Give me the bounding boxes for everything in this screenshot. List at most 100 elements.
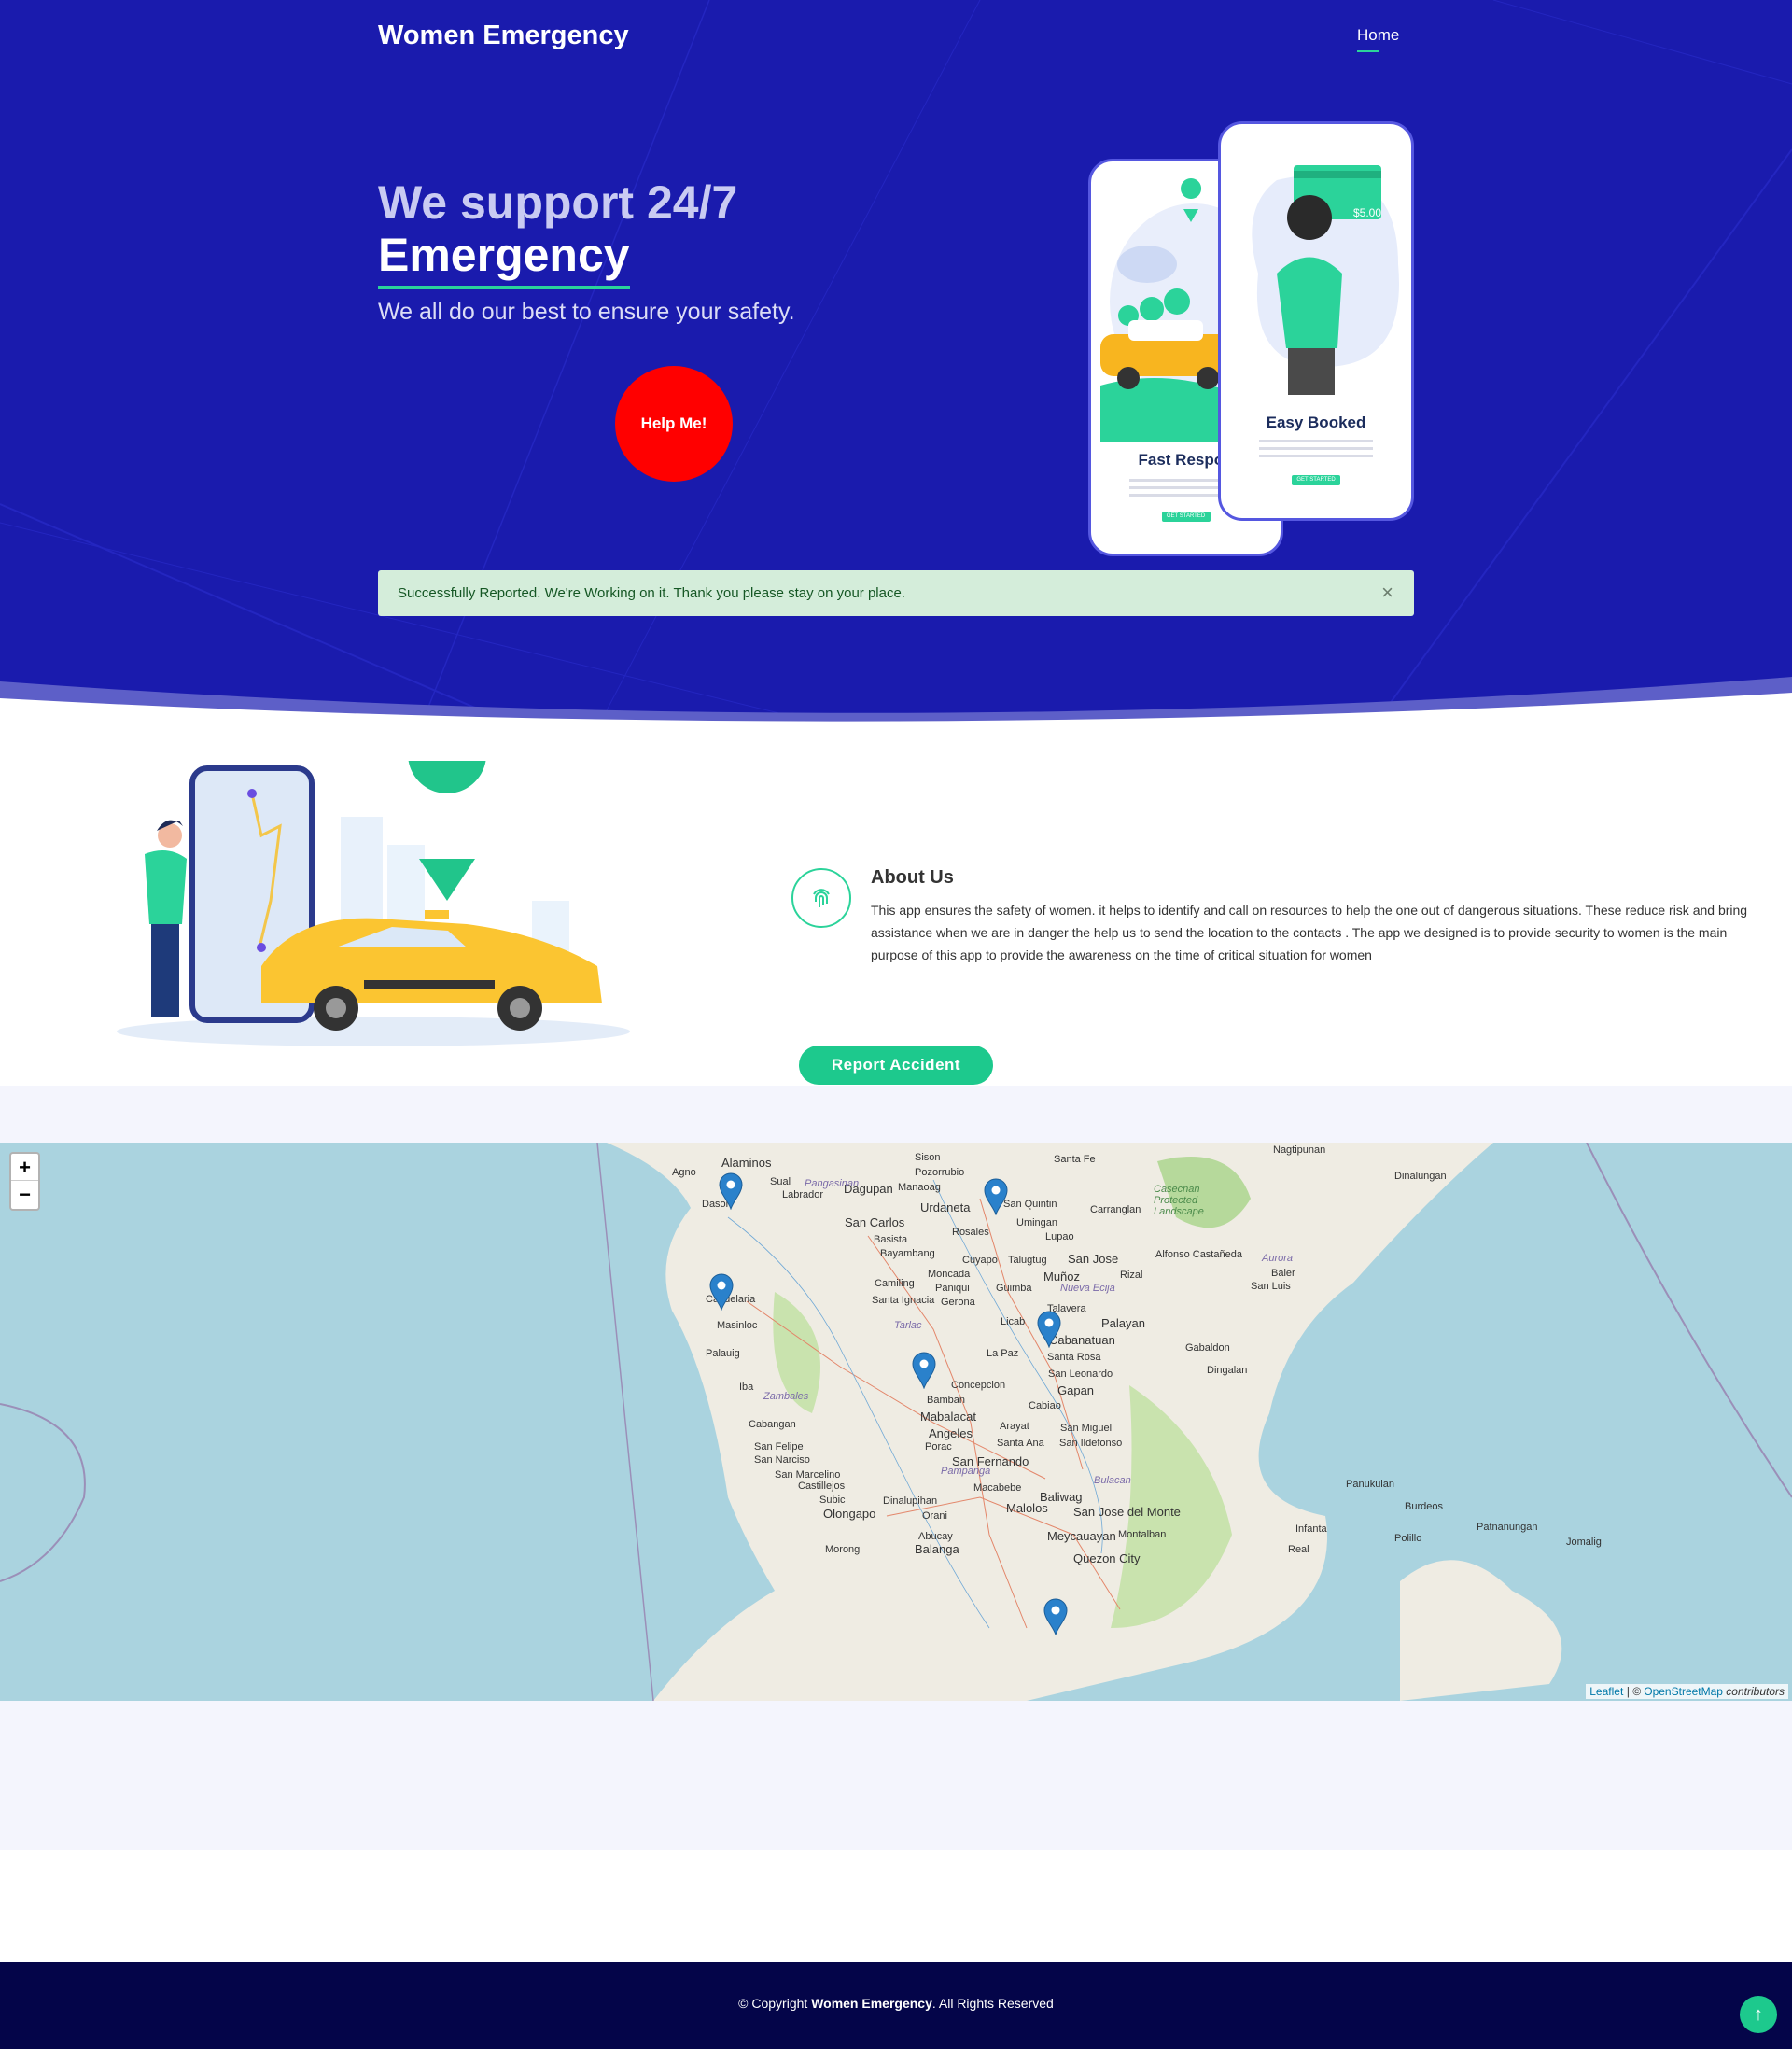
map-place-label: Santa Fe [1054,1154,1096,1165]
map-place-label: Bayambang [880,1248,935,1259]
map-place-label: Muñoz [1043,1270,1081,1284]
zoom-in-button[interactable]: + [11,1154,38,1181]
map-place-label: Arayat [1000,1421,1029,1432]
map-pin-marker-icon[interactable] [1037,1311,1061,1349]
map-place-label: Patnanungan [1477,1522,1538,1533]
map-region-label: Pampanga [941,1466,991,1477]
map-attribution: Leaflet | © OpenStreetMap contributors [1586,1684,1788,1699]
phone-right-text-line [1258,440,1374,442]
price-text: $5.00 [1353,206,1381,219]
map-pin-marker-icon[interactable] [912,1352,936,1390]
footer-brand: Women Emergency [811,1996,932,2011]
map-place-label: San Carlos [845,1215,905,1229]
map-place-label: Rizal [1120,1270,1143,1281]
map-place-label: Manaoag [898,1182,941,1193]
leaflet-link[interactable]: Leaflet [1589,1685,1623,1698]
map-place-label: Polillo [1394,1533,1422,1544]
taxi-app-illustration [117,761,630,1046]
map-place-label: Santa Rosa [1047,1352,1101,1363]
map-place-label: Baler [1271,1268,1295,1279]
about-title: About Us [871,867,954,888]
map-bottom-spacer [0,1701,1792,1850]
map-place-label: Meycauayan [1047,1529,1116,1543]
map-place-label: San Felipe [754,1441,804,1453]
map-region-label: Bulacan [1094,1475,1131,1486]
map-place-label: Masinloc [717,1320,758,1331]
map-place-label: Camiling [875,1278,915,1289]
hero-section: Women Emergency Home We support 24/7 Eme… [0,0,1792,728]
back-to-top-arrow-icon[interactable]: ↑ [1740,1996,1777,2033]
alert-message: Successfully Reported. We're Working on … [398,585,905,601]
map-place-label: Alaminos [721,1156,772,1170]
hero-background-lines [0,0,1792,728]
map-place-label: Carranglan [1090,1204,1141,1215]
map-pin-marker-icon[interactable] [719,1172,743,1211]
map-place-label: Basista [874,1234,908,1245]
map-region-label: Zambales [763,1391,809,1402]
map-place-label: Guimba [996,1283,1032,1294]
map-place-label: Morong [825,1544,861,1555]
phone-right-title: Easy Booked [1266,414,1366,431]
map-place-label: Montalban [1118,1529,1167,1540]
map-place-label: Cabiao [1029,1400,1061,1411]
map-place-label: San Miguel [1060,1423,1113,1434]
brand-logo[interactable]: Women Emergency [378,21,629,51]
help-me-button[interactable]: Help Me! [615,366,733,482]
map-place-label: San Jose del Monte [1073,1505,1181,1519]
phone-right-text-line [1258,455,1374,457]
map-place-label: Lupao [1045,1231,1074,1242]
map-place-label: Balanga [915,1542,959,1556]
map-place-label: San Ildefonso [1059,1438,1123,1449]
map-pin-marker-icon[interactable] [984,1178,1008,1216]
map-place-label: Agno [672,1167,696,1178]
about-text: This app ensures the safety of women. it… [871,903,1748,962]
map-place-label: Porac [925,1441,952,1453]
map-place-label: Baliwag [1040,1490,1083,1504]
hero-subtitle: We all do our best to ensure your safety… [378,299,795,325]
map-place-label: Real [1288,1544,1309,1555]
leaflet-map[interactable]: + − Alaminos Agno Dasol Sual Labrador Dagupan… [0,1143,1792,1701]
map-place-label: Bamban [927,1395,965,1406]
map-place-label: Iba [739,1382,754,1393]
map-place-label: Infanta [1295,1523,1327,1535]
map-place-label: Abucay [918,1531,953,1542]
map-place-label: San Jose [1068,1252,1119,1266]
alert-close-icon[interactable]: × [1381,582,1393,603]
map-place-label: San Leonardo [1048,1368,1113,1380]
map-place-label: Orani [922,1510,947,1522]
map-pin-marker-icon[interactable] [709,1273,734,1312]
map-place-label: Urdaneta [920,1200,971,1214]
phone-left-get-started: GET STARTED [1161,512,1211,522]
map-place-label: Licab [1001,1316,1026,1327]
map-pin-marker-icon[interactable] [1043,1598,1068,1636]
map-place-label: Dinalungan [1394,1171,1447,1182]
map-place-label: Quezon City [1073,1551,1141,1565]
map-place-label: Moncada [928,1269,971,1280]
osm-link[interactable]: OpenStreetMap [1644,1685,1723,1698]
map-place-label: San Quintin [1003,1199,1057,1210]
map-place-label: San Marcelino [775,1469,841,1481]
map-place-label: Palauig [706,1348,740,1359]
map-place-label: Pozorrubio [915,1167,965,1178]
map-place-label: Nagtipunan [1273,1144,1326,1156]
map-place-label: Santa Ignacia [872,1295,935,1306]
map-place-label: Umingan [1016,1217,1058,1228]
map-place-label: Olongapo [823,1507,876,1521]
map-zoom-control: + − [9,1152,40,1211]
report-accident-button[interactable]: Report Accident [799,1046,993,1085]
map-place-label: Castillejos [798,1481,846,1492]
map-place-label: Angeles [929,1426,973,1440]
map-region-label: Pangasinan [805,1178,860,1189]
map-region-label: Casecnan Protected Landscape [1154,1184,1204,1217]
nav-home-link[interactable]: Home [1357,26,1399,52]
map-top-spacer [0,1086,1792,1143]
map-place-label: Palayan [1101,1316,1145,1330]
zoom-out-button[interactable]: − [11,1181,38,1208]
map-place-label: Gabaldon [1185,1342,1230,1354]
map-place-label: Sual [770,1176,791,1187]
map-place-label: Santa Ana [997,1438,1044,1449]
map-region-label: Nueva Ecija [1060,1283,1115,1294]
map-region-label: Tarlac [894,1320,922,1331]
map-place-label: Mabalacat [920,1410,976,1424]
map-place-label: Paniqui [935,1283,970,1294]
